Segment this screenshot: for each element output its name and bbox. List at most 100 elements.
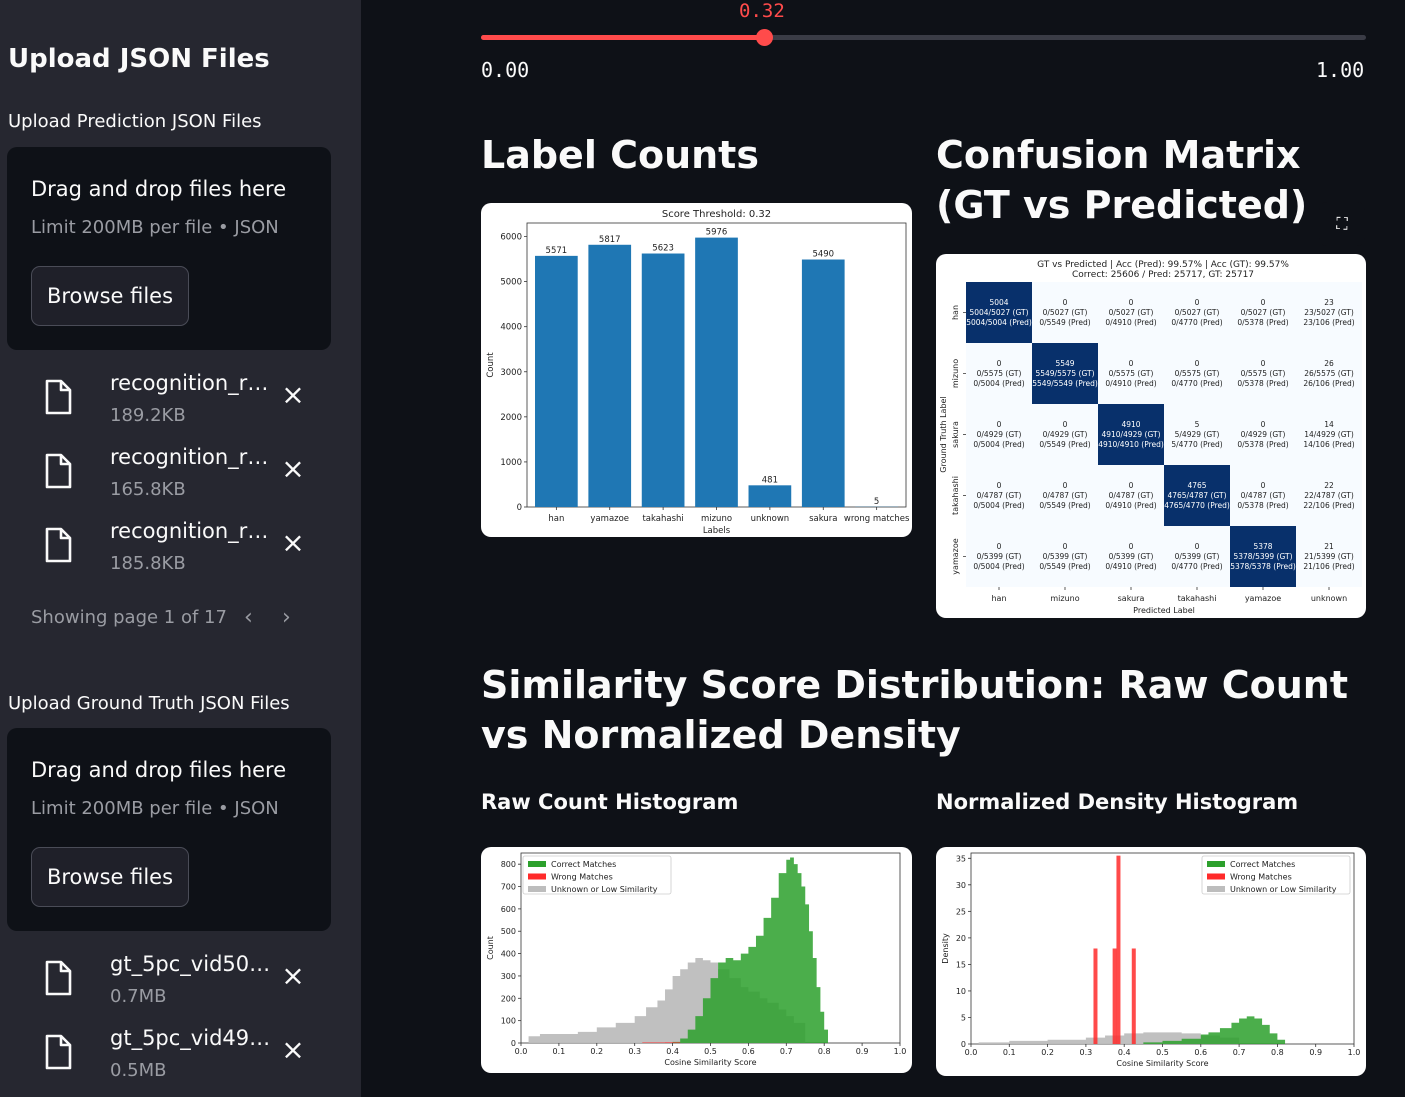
cell-text: 0/5378 (Pred) xyxy=(1237,501,1288,510)
similarity-heading: Similarity Score Distribution: Raw Count… xyxy=(481,663,1349,757)
cell-text: 0/4770 (Pred) xyxy=(1171,318,1222,327)
y-tick-label: 600 xyxy=(501,905,516,914)
cell-text: 0/4910 (Pred) xyxy=(1105,379,1156,388)
cell-text: 26 xyxy=(1324,359,1334,368)
prediction-dropzone[interactable]: Drag and drop files here Limit 200MB per… xyxy=(7,147,331,350)
cell-text: 0 xyxy=(1195,359,1200,368)
bar-value-label: 5571 xyxy=(546,246,568,256)
cell-text: 0/4787 (GT) xyxy=(977,491,1022,500)
x-tick-label: 0.7 xyxy=(780,1047,793,1056)
prev-page-icon[interactable]: ‹ xyxy=(244,605,253,630)
y-tick-label: 300 xyxy=(501,972,516,981)
remove-file-icon[interactable]: × xyxy=(281,455,305,483)
bar-unknown xyxy=(748,485,792,507)
sidebar-title: Upload JSON Files xyxy=(8,44,270,74)
bar-mizuno xyxy=(695,237,738,507)
fullscreen-icon[interactable]: ⛶ xyxy=(1319,202,1365,246)
browse-files-button[interactable]: Browse files xyxy=(31,847,189,907)
cell-text: 0/4910 (Pred) xyxy=(1105,318,1156,327)
file-icon xyxy=(45,1034,72,1070)
y-tick-label: 10 xyxy=(956,987,966,996)
y-tick-label: 700 xyxy=(501,883,516,892)
cell-text: 0/5004 (Pred) xyxy=(973,501,1024,510)
raw-histogram-chart: 0.0 0.1 0.2 0.3 0.4 0.5 0.6 0.7 0.8 0.9 1.0 0 100 200… xyxy=(481,847,912,1073)
y-tick-label: 3000 xyxy=(500,368,522,378)
confusion-matrix-chart: GT vs Predicted | Acc (Pred): 99.57% | A… xyxy=(936,254,1366,618)
cell-text: 0/5004 (Pred) xyxy=(973,562,1024,571)
slider-thumb[interactable] xyxy=(756,29,774,46)
x-tick-label: mizuno xyxy=(701,514,732,524)
y-tick-label: 800 xyxy=(501,860,516,869)
legend-swatch xyxy=(1207,886,1225,892)
cell-text: 0/5378 (Pred) xyxy=(1237,318,1288,327)
remove-file-icon[interactable]: × xyxy=(281,1036,305,1064)
file-icon xyxy=(45,379,72,415)
legend-label: Correct Matches xyxy=(1230,860,1295,869)
y-tick-label: 25 xyxy=(956,907,966,916)
raw-histogram-heading: Raw Count Histogram xyxy=(481,790,739,814)
y-tick-label: sakura xyxy=(951,421,960,448)
cell-text: 14/4929 (GT) xyxy=(1304,430,1354,439)
y-tick-label: takahashi xyxy=(951,476,960,515)
cell-text: 4910 xyxy=(1121,420,1140,429)
slider-max: 1.00 xyxy=(1316,58,1365,82)
cell-text: 0/4787 (GT) xyxy=(1241,491,1286,500)
slider-value: 0.32 xyxy=(739,0,785,22)
x-tick-label: mizuno xyxy=(1050,594,1079,603)
cell-text: 4910/4910 (Pred) xyxy=(1098,440,1164,449)
cell-text: 0 xyxy=(1129,298,1134,307)
cell-text: 0/4787 (GT) xyxy=(1043,491,1088,500)
bar-value-label: 5 xyxy=(874,497,879,507)
file-name: gt_5pc_vid49… xyxy=(110,1026,271,1050)
bar-value-label: 5490 xyxy=(812,250,834,260)
y-tick-label: 0 xyxy=(961,1040,966,1049)
wrong-matches-bar xyxy=(1116,855,1121,1044)
x-tick-label: han xyxy=(991,594,1006,603)
cell-text: 0/4770 (Pred) xyxy=(1171,379,1222,388)
cell-text: 0 xyxy=(1063,542,1068,551)
cell-text: 0 xyxy=(1129,481,1134,490)
browse-files-button[interactable]: Browse files xyxy=(31,266,189,326)
y-tick-label: mizuno xyxy=(951,359,960,388)
cell-text: 0 xyxy=(1063,298,1068,307)
legend-swatch xyxy=(1207,861,1225,867)
cell-text: 5004/5027 (GT) xyxy=(969,308,1028,317)
label-counts-heading: Label Counts xyxy=(481,133,759,177)
cell-text: 0 xyxy=(1261,359,1266,368)
gt-upload-label: Upload Ground Truth JSON Files xyxy=(8,693,290,714)
cell-text: 0/4929 (GT) xyxy=(1043,430,1088,439)
cell-text: 0/4787 (GT) xyxy=(1109,491,1154,500)
cell-text: 14/106 (Pred) xyxy=(1303,440,1354,449)
cell-text: 0 xyxy=(1129,542,1134,551)
threshold-slider[interactable] xyxy=(481,29,1366,46)
legend-swatch xyxy=(528,861,546,867)
x-tick-label: 0.3 xyxy=(628,1047,641,1056)
cell-text: 4910/4929 (GT) xyxy=(1101,430,1160,439)
sidebar: Upload JSON Files Upload Prediction JSON… xyxy=(0,0,361,1097)
x-tick-label: 1.0 xyxy=(1348,1048,1361,1057)
bar-takahashi xyxy=(641,253,685,507)
uploaded-file-row: recognition_r… 189.2KB × xyxy=(0,371,361,443)
density-histogram-chart: 0.0 0.1 0.2 0.3 0.4 0.5 0.6 0.7 0.8 0.9 1.0 0 5 10 15 2… xyxy=(936,847,1366,1076)
cell-text: 0/5549 (Pred) xyxy=(1039,562,1090,571)
x-tick-label: takahashi xyxy=(642,514,683,524)
y-tick-label: 5 xyxy=(961,1013,966,1022)
raw-histogram-svg: 0.0 0.1 0.2 0.3 0.4 0.5 0.6 0.7 0.8 0.9 1.0 0 100 200… xyxy=(486,852,906,1067)
next-page-icon[interactable]: › xyxy=(282,605,291,630)
cell-text: 0 xyxy=(1063,420,1068,429)
cell-text: 0/5399 (GT) xyxy=(1175,552,1220,561)
gt-dropzone[interactable]: Drag and drop files here Limit 200MB per… xyxy=(7,728,331,931)
x-tick-label: yamazoe xyxy=(1245,594,1281,603)
y-tick-label: han xyxy=(951,305,960,320)
remove-file-icon[interactable]: × xyxy=(281,381,305,409)
chart-title-line2: Correct: 25606 / Pred: 25717, GT: 25717 xyxy=(1072,270,1254,280)
slider-fill xyxy=(481,35,765,40)
cell-text: 0/4770 (Pred) xyxy=(1171,562,1222,571)
x-tick-label: 0.8 xyxy=(818,1047,831,1056)
x-axis-label: Cosine Similarity Score xyxy=(664,1058,756,1067)
legend-label: Wrong Matches xyxy=(1230,873,1292,882)
cell-text: 0 xyxy=(997,481,1002,490)
cell-text: 5 xyxy=(1195,420,1200,429)
remove-file-icon[interactable]: × xyxy=(281,529,305,557)
remove-file-icon[interactable]: × xyxy=(281,962,305,990)
